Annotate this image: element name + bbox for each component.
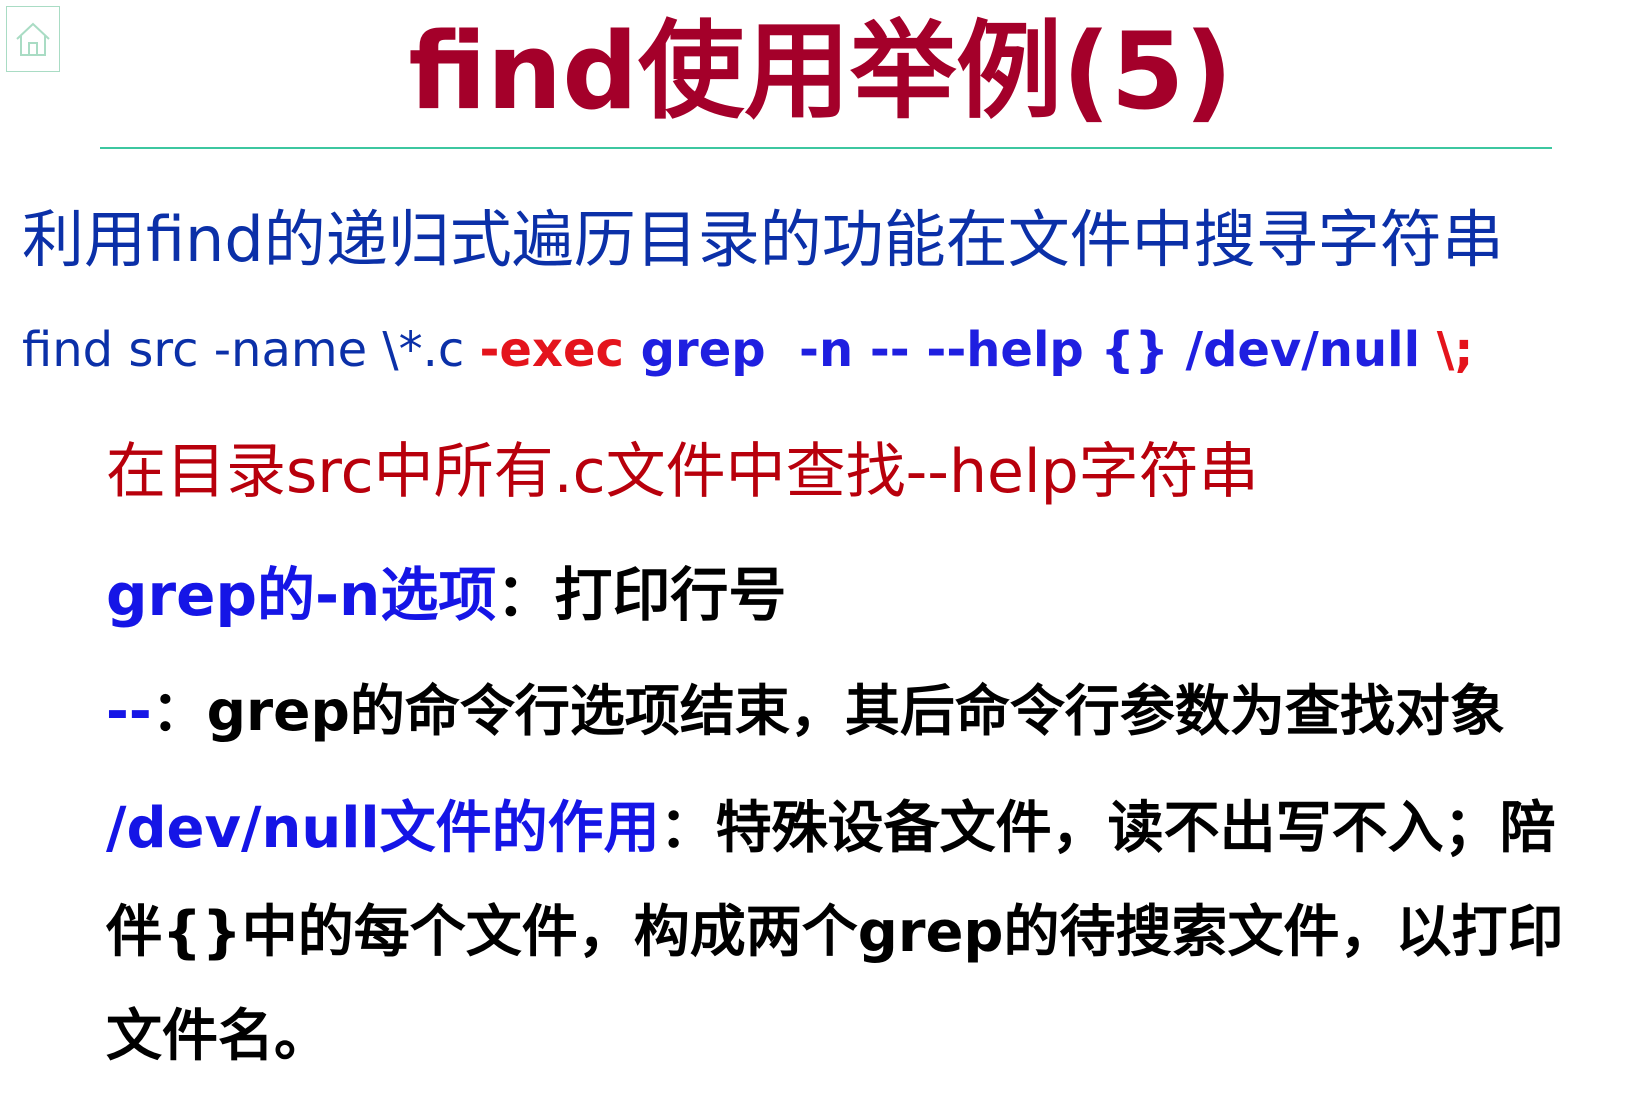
- dev-null-braces: {}: [162, 900, 242, 965]
- dev-null-keyword: /dev/null文件的作用: [106, 796, 660, 861]
- intro-text: 利用find的递归式遍历目录的功能在文件中搜寻字符串: [22, 203, 1504, 276]
- dev-null-line-3: 文件名。: [106, 1004, 330, 1069]
- double-dash-keyword: --: [106, 679, 152, 743]
- dev-null-text-2c: 的待搜索文件，以打印: [1003, 900, 1564, 965]
- grep-n-text: ：打印行号: [496, 561, 787, 629]
- dev-null-text-1: ：特殊设备文件，读不出写不入；陪: [659, 796, 1556, 861]
- double-dash-line: --：grep的命令行选项结束，其后命令行参数为查找对象: [106, 673, 1505, 749]
- double-dash-colon: ：: [151, 679, 207, 743]
- page-title: find使用举例(5): [408, 10, 1233, 133]
- grep-n-keyword: grep的-n选项: [106, 561, 497, 629]
- grep-n-option-line: grep的-n选项：打印行号: [106, 557, 786, 633]
- dev-null-text-2b: 中的每个文件，构成两个: [241, 900, 858, 965]
- double-dash-text: 的命令行选项结束，其后命令行参数为查找对象: [349, 679, 1505, 743]
- command-line: find src -name \*.c -exec grep -n -- --h…: [22, 318, 1474, 382]
- dev-null-text-2a: 伴: [106, 900, 162, 965]
- command-grep-part: grep -n -- --help {} /dev/null: [623, 322, 1437, 378]
- command-exec-flag: -exec: [479, 322, 624, 378]
- command-terminator: \;: [1436, 322, 1474, 378]
- title-divider: [100, 147, 1552, 149]
- command-find-part: find src -name \*.c: [22, 322, 480, 378]
- dev-null-grep: grep: [857, 900, 1004, 965]
- command-description: 在目录src中所有.c文件中查找--help字符串: [106, 437, 1259, 507]
- dev-null-line-1: /dev/null文件的作用：特殊设备文件，读不出写不入；陪: [106, 789, 1556, 869]
- dev-null-line-2: 伴{}中的每个文件，构成两个grep的待搜索文件，以打印: [106, 893, 1564, 973]
- double-dash-grep: grep: [206, 679, 350, 743]
